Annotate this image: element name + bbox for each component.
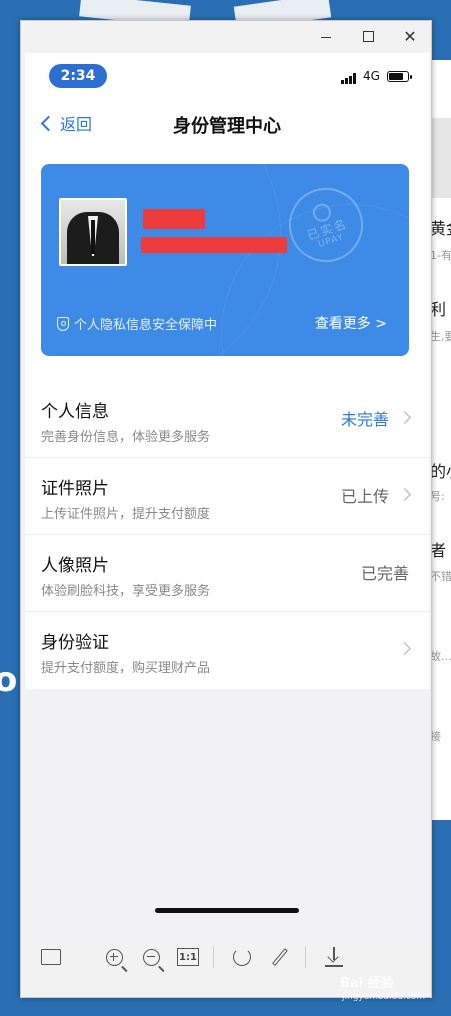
status-time: 2:34: [49, 64, 107, 88]
thumbnails-icon[interactable]: [38, 944, 64, 970]
status-badge: 未完善: [340, 410, 389, 429]
shield-icon: [57, 316, 69, 331]
row-title: 个人信息: [41, 402, 109, 422]
watermark-url: jingyan.baidu.com: [342, 992, 426, 1002]
redacted-id-number: [141, 237, 287, 253]
background-text: 者: [430, 541, 447, 560]
window-titlebar[interactable]: ✕: [21, 21, 431, 51]
toolbar-divider: [213, 946, 214, 968]
phone-screenshot: 2:34 4G 返回 身份管理中心 已实名 UPAY 个人隐私信息安全保障中 查…: [25, 53, 429, 941]
row-subtitle: 体验刷脸科技，享受更多服务: [41, 584, 211, 599]
list-item-identity-verification[interactable]: 身份验证 提升支付额度，购买理财产品: [25, 612, 429, 689]
privacy-text: 个人隐私信息安全保障中: [74, 318, 218, 333]
network-type: 4G: [363, 69, 380, 83]
identity-card[interactable]: 已实名 UPAY 个人隐私信息安全保障中 查看更多 >: [41, 164, 409, 356]
row-title: 身份验证: [41, 633, 109, 653]
identity-list: 个人信息 完善身份信息，体验更多服务 未完善 证件照片 上传证件照片，提升支付额…: [25, 381, 429, 689]
page-title: 身份管理中心: [173, 116, 281, 137]
actual-size-label: 1:1: [177, 948, 199, 966]
edit-pencil-icon[interactable]: [267, 944, 293, 970]
row-subtitle: 完善身份信息，体验更多服务: [41, 430, 211, 445]
rotate-icon[interactable]: [229, 944, 255, 970]
desktop-background-letter: o: [0, 660, 18, 700]
actual-size-button[interactable]: 1:1: [175, 944, 201, 970]
list-item-id-photo[interactable]: 证件照片 上传证件照片，提升支付额度 已上传: [25, 458, 429, 535]
image-viewer-window: ✕ 2:34 4G 返回 身份管理中心 已实名 UPAY 个人隐私信息安全保障中…: [20, 20, 432, 998]
download-icon[interactable]: [321, 944, 347, 970]
signal-icon: [341, 73, 359, 84]
row-subtitle: 上传证件照片，提升支付额度: [41, 507, 211, 522]
zoom-out-icon[interactable]: [138, 944, 164, 970]
background-text: 黄金: [430, 219, 451, 238]
privacy-notice: 个人隐私信息安全保障中: [57, 314, 217, 333]
status-badge: 已完善: [360, 564, 409, 583]
background-text: 的小: [430, 462, 451, 481]
background-text: 1-有: [430, 249, 451, 262]
home-indicator: [155, 908, 299, 913]
zoom-in-icon[interactable]: [101, 944, 127, 970]
see-more-link[interactable]: 查看更多 >: [315, 313, 387, 333]
status-bar: 2:34 4G: [25, 53, 429, 97]
status-badge: 已上传: [340, 487, 389, 506]
background-text: 生,要: [430, 330, 451, 343]
row-title: 证件照片: [41, 479, 109, 499]
list-item-personal-info[interactable]: 个人信息 完善身份信息，体验更多服务 未完善: [25, 381, 429, 458]
chevron-right-icon: [398, 411, 411, 424]
battery-icon: [387, 71, 412, 82]
row-subtitle: 提升支付额度，购买理财产品: [41, 661, 211, 676]
avatar: [59, 198, 127, 266]
background-text: 不错: [430, 570, 451, 583]
maximize-button[interactable]: [357, 26, 379, 46]
background-text: 号:: [430, 490, 445, 503]
nav-bar: 返回 身份管理中心: [25, 97, 429, 153]
watermark-logo: Bai 经验: [340, 976, 394, 991]
chevron-right-icon: [398, 642, 411, 655]
minimize-button[interactable]: [315, 26, 337, 46]
row-title: 人像照片: [41, 556, 109, 576]
chevron-right-icon: [398, 488, 411, 501]
background-text: 故…: [430, 650, 451, 663]
redacted-name: [143, 209, 205, 229]
list-item-portrait-photo[interactable]: 人像照片 体验刷脸科技，享受更多服务 已完善: [25, 535, 429, 612]
close-button[interactable]: ✕: [399, 26, 421, 46]
background-text: 利: [430, 300, 447, 319]
toolbar-divider: [305, 946, 306, 968]
